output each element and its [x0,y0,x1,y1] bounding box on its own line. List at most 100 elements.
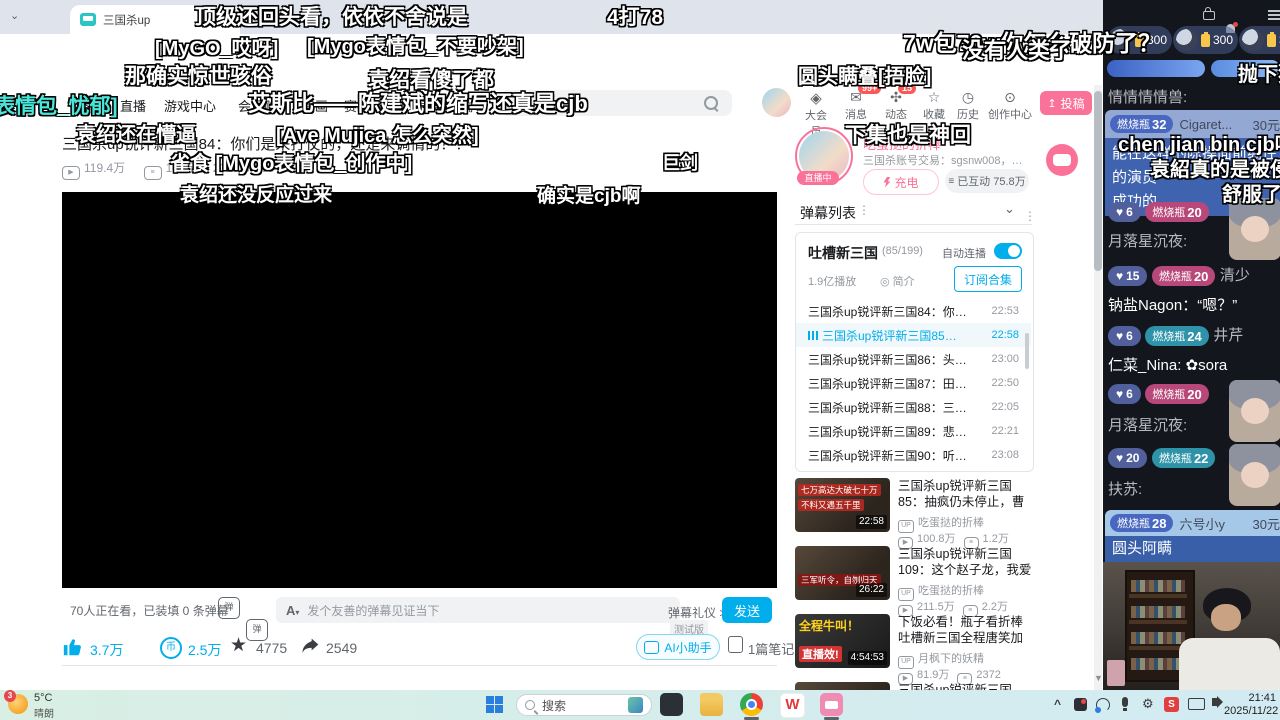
episode-row[interactable]: 三国杀up锐评新三国86：头一次听说... 23:00 [796,347,1031,371]
danmaku-etiquette-link[interactable]: 弹幕礼仪 > [668,604,726,621]
ai-helper-button[interactable]: AI小助手 [636,634,720,660]
weather-temp: 5°C [34,692,53,704]
tray-s-app-icon[interactable]: S [1164,697,1179,712]
episode-row[interactable]: 三国杀up锐评新三国84：你们是来打... 22:53 [796,299,1031,323]
video-title[interactable]: 三国杀up锐评新三国109：这个赵子龙，我爱死他了！ [898,546,1032,578]
settings-gear-icon[interactable]: ⚙ [1142,696,1154,712]
header-history[interactable]: ◷ 历史 [952,89,984,122]
start-button[interactable] [486,696,503,713]
chat-username: 情情情情兽: [1108,89,1188,106]
scrollbar-down-arrow[interactable]: ▼ [1094,673,1103,683]
upload-button[interactable]: ↥ 投稿 [1040,91,1092,115]
video-title[interactable]: 下饭必看！瓶子看折棒吐槽新三国全程唐笑加牛叫，各种... [898,614,1032,646]
recommended-item[interactable]: 三国杀up锐评新三国104：关 [795,682,1012,690]
page-scrollbar-thumb[interactable] [1094,91,1102,271]
shelf-divider [1129,620,1187,624]
tray-app-icon[interactable] [1074,698,1087,711]
ai-helper-label: AI小助手 [664,640,712,655]
video-player[interactable] [62,192,777,588]
gift-rank-entry[interactable]: 300 [1173,26,1238,54]
video-duration: 26:22 [855,583,887,597]
charge-button[interactable]: 充电 [863,169,939,195]
video-title[interactable]: 三国杀up锐评新三国85：抽疯仍未停止，曹操发癫发出新... [898,478,1032,510]
recommended-item[interactable]: 七万高达大破七十万 不料又遇五千里 22:58 三国杀up锐评新三国85：抽疯仍… [795,478,1024,549]
favorite-icon[interactable]: ★ [230,634,247,657]
episode-title: 三国杀up锐评新三国84：你们是来打... [808,304,968,319]
subscribe-collection-button[interactable]: 订阅合集 [954,266,1022,292]
chat-emote-image [1229,380,1280,442]
gift-rank-entry[interactable]: 300 [1239,26,1280,54]
danmaku-input[interactable]: A▾ 发个友善的弹幕见证当下 [276,597,680,623]
lock-icon[interactable] [1203,7,1215,20]
episode-duration: 22:53 [991,305,1019,317]
battery-icon [1201,31,1210,47]
user-avatar[interactable] [762,88,791,117]
playlist-intro-link[interactable]: ◎ 简介 [880,273,915,289]
weather-widget[interactable]: 3 [4,690,28,714]
video-thumbnail[interactable] [795,682,890,690]
chrome-icon[interactable] [740,693,763,716]
author-name: 月枫下的妖精 [918,653,984,665]
username-part: 井芹 [1213,327,1244,344]
danmaku-panel-more-icon[interactable]: ⋮ [1024,209,1036,223]
like-count[interactable]: 3.7万 [90,640,123,660]
danmaku-panel-menu-icon[interactable]: ⋮ [858,203,870,217]
episode-row[interactable]: 三国杀up锐评新三国87：田丰遗计定... 22:50 [796,371,1031,395]
episode-row[interactable]: 三国杀up锐评新三国89：悲痛！一代... 22:21 [796,419,1031,443]
sync-arrow-icon[interactable] [1095,698,1110,713]
video-thumbnail[interactable]: 七万高达大破七十万 不料又遇五千里 22:58 [795,478,890,532]
note-count[interactable]: 1篇笔记 [748,639,794,658]
tray-clock[interactable]: 21:41 2025/11/22 [1224,692,1278,718]
danmaku-toggle-icon[interactable]: 弹 [218,597,240,619]
menu-icon[interactable] [1268,10,1280,20]
coin-icon[interactable]: 币 [160,637,182,659]
episode-row[interactable]: 三国杀up锐评新三国88：三国新增顺... 22:05 [796,395,1031,419]
floating-helper-button[interactable] [1046,144,1078,176]
header-creator-center[interactable]: ⊙ 创作中心 [986,89,1034,122]
speaker-cone [1217,696,1223,708]
medal-level: 28 [1152,515,1167,531]
search-icon[interactable] [704,96,718,110]
video-title[interactable]: 三国杀up锐评新三国104：关 [898,682,1032,690]
autoplay-toggle[interactable] [994,243,1022,259]
taskbar-search[interactable]: 搜索 [516,694,652,716]
weather-sun-icon: 3 [4,690,28,714]
recommended-item[interactable]: 三军听令，自刎归天 26:22 三国杀up锐评新三国109：这个赵子龙，我爱死他… [795,546,1031,617]
playlist-scrollbar[interactable] [1025,333,1029,369]
coin-count[interactable]: 2.5万 [188,640,221,660]
superchat-header[interactable]: 燃烧瓶 28 六号小y 30元 [1105,510,1280,536]
speaker-icon[interactable] [1212,696,1223,708]
favorite-count[interactable]: 4775 [256,640,287,656]
taskbar-app-dark[interactable] [660,693,683,716]
monitor-icon[interactable] [1188,698,1205,710]
danmaku-panel-collapse-icon[interactable]: ⌄ [1004,201,1015,217]
episode-duration: 22:21 [991,425,1019,437]
video-thumbnail[interactable]: 全程牛叫！ 直播效! 4:54:53 [795,614,890,668]
fan-medal-badge: 燃烧瓶 22 [1151,448,1216,468]
nav-live[interactable]: 直播 [120,96,146,115]
font-size-icon[interactable]: A▾ [286,603,299,618]
nav-game-center[interactable]: 游戏中心 [164,96,216,115]
share-icon[interactable] [300,637,320,657]
episode-row[interactable]: 三国杀up锐评新三国90：听说你家刘... 23:08 [796,443,1031,467]
video-thumbnail[interactable]: 三军听令，自刎归天 26:22 [795,546,890,600]
tab-search-chevron-icon[interactable]: ⌄ [10,9,19,22]
medal-name: 燃烧瓶 [1158,271,1192,283]
interacted-button[interactable]: ≡ 已互动 75.8万 [945,169,1029,193]
send-danmaku-button[interactable]: 发送 [722,597,772,623]
bilibili-live-app-icon[interactable] [820,693,843,716]
live-status-badge[interactable]: 直播中 [797,171,839,185]
mic-icon[interactable] [1122,697,1128,711]
episode-list: 三国杀up锐评新三国84：你们是来打... 22:53 三国杀up锐评新三国85：… [796,299,1031,467]
tray-expand-icon[interactable]: ^ [1054,697,1061,711]
wps-icon[interactable]: W [780,693,805,718]
file-explorer-icon[interactable] [700,693,723,716]
episode-row-current[interactable]: 三国杀up锐评新三国85：抽疯仍未... 22:58 [796,323,1031,347]
share-count[interactable]: 2549 [326,640,357,656]
recommended-item[interactable]: 全程牛叫！ 直播效! 4:54:53 下饭必看！瓶子看折棒吐槽新三国全程唐笑加牛… [795,614,1023,685]
danmaku-settings-icon[interactable]: 弹 [246,619,268,641]
like-icon[interactable] [62,636,84,658]
thumb-overlay-text: 全程牛叫！ [799,619,860,633]
header-favorites[interactable]: ☆ 收藏 [918,89,950,122]
chat-emote-image [1229,198,1280,260]
